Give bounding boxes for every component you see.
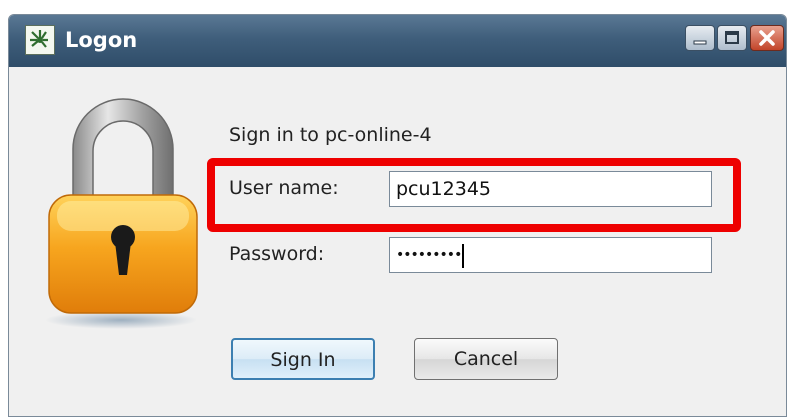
password-mask: ••••••••• xyxy=(396,247,462,263)
username-highlight-box xyxy=(207,158,741,232)
close-button[interactable] xyxy=(750,25,784,51)
maximize-icon xyxy=(725,31,739,44)
minimize-button[interactable] xyxy=(685,25,715,51)
text-caret xyxy=(462,243,465,268)
logon-window: Logon Sign in to pc-online-4 User name: … xyxy=(8,14,787,417)
dialog-body: Sign in to pc-online-4 User name: pcu123… xyxy=(9,67,786,416)
close-icon xyxy=(759,30,775,46)
title-bar[interactable]: Logon xyxy=(9,15,786,67)
cancel-button[interactable]: Cancel xyxy=(414,338,558,380)
sign-in-prompt: Sign in to pc-online-4 xyxy=(229,124,432,146)
password-label: Password: xyxy=(229,243,325,265)
window-title: Logon xyxy=(65,28,138,52)
minimize-icon xyxy=(693,40,707,45)
maximize-button[interactable] xyxy=(717,25,747,51)
sign-in-button[interactable]: Sign In xyxy=(231,338,375,380)
password-field[interactable]: ••••••••• xyxy=(389,237,712,273)
logon-app-icon xyxy=(25,25,55,55)
padlock-icon xyxy=(45,98,198,329)
